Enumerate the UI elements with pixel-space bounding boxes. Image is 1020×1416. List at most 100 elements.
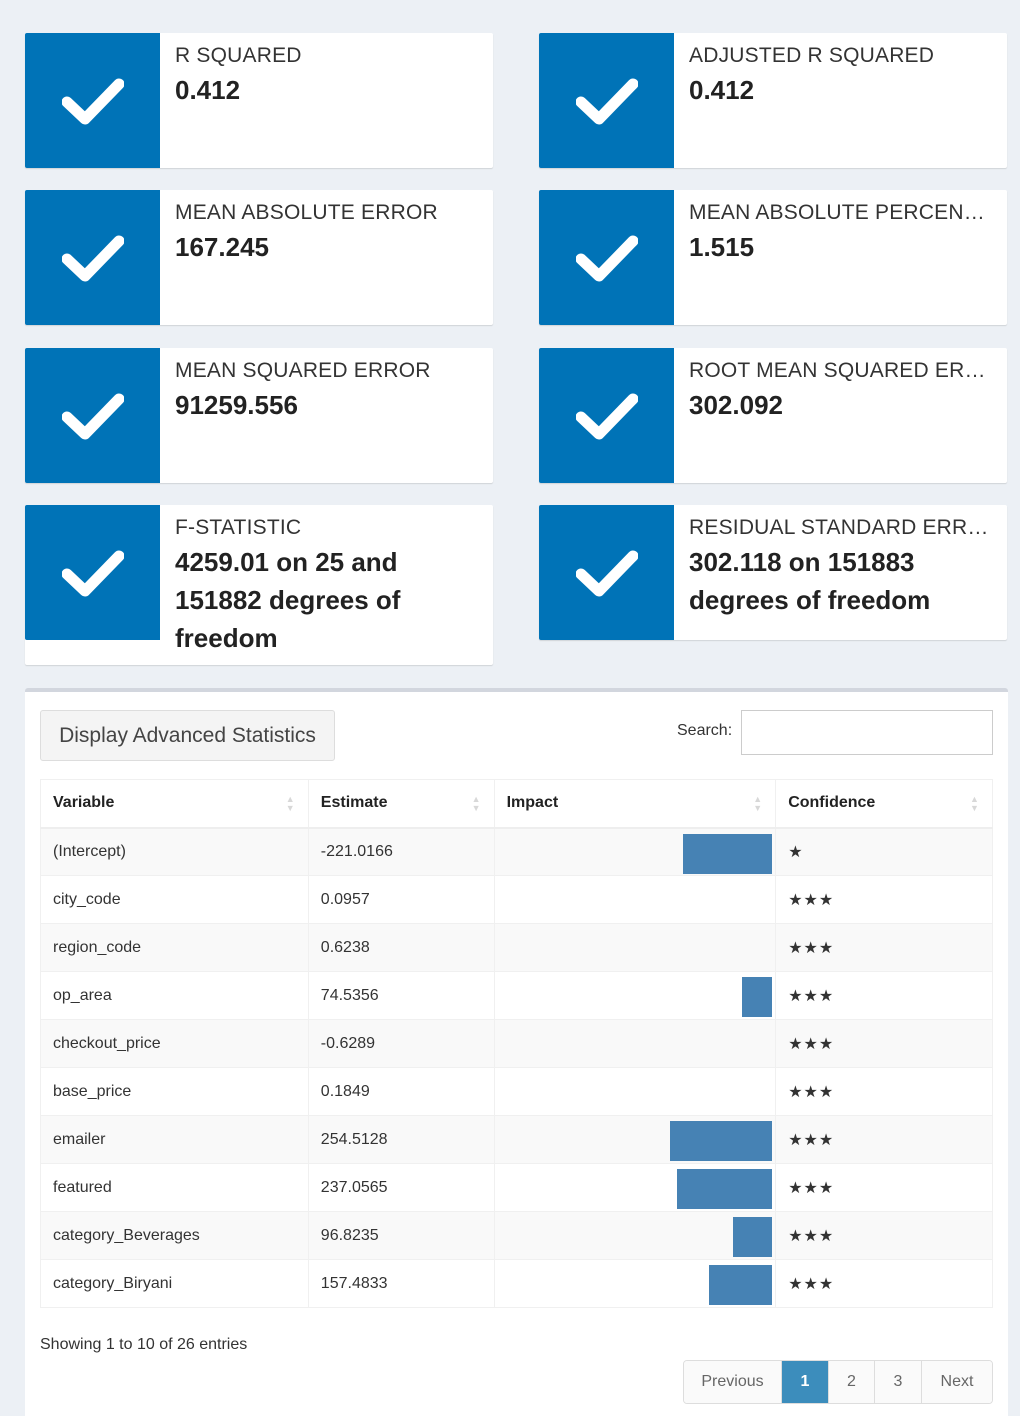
info-box-content: MEAN ABSOLUTE PERCENTAGE ERROR 1.515	[674, 190, 1007, 266]
info-box-f-statistic: F-STATISTIC 4259.01 on 25 and 151882 degr…	[25, 505, 493, 665]
cell-estimate: 0.0957	[308, 875, 495, 924]
sort-icon: ▲ ▼	[285, 794, 295, 813]
info-box-value: 0.412	[175, 75, 241, 105]
search-input[interactable]	[741, 710, 993, 755]
impact-bar	[733, 1217, 773, 1257]
info-box-content: F-STATISTIC 4259.01 on 25 and 151882 degr…	[160, 505, 493, 657]
impact-bar	[742, 977, 773, 1017]
cell-impact	[494, 1067, 777, 1116]
table-row: op_area 74.5356 ★★★	[40, 971, 993, 1020]
cell-impact	[494, 1115, 777, 1164]
info-box-label: ROOT MEAN SQUARED ERROR	[689, 359, 992, 382]
info-box-value: 0.412	[689, 75, 755, 105]
column-header-estimate[interactable]: Estimate ▲ ▼	[308, 779, 495, 829]
cell-confidence: ★★★	[775, 1259, 993, 1308]
cell-confidence: ★★★	[775, 971, 993, 1020]
info-box-content: RESIDUAL STANDARD ERROR 302.118 on 151883…	[674, 505, 1007, 619]
info-box-mean-absolute-percentage-error: MEAN ABSOLUTE PERCENTAGE ERROR 1.515	[539, 190, 1007, 325]
column-header-label: Variable	[53, 794, 115, 812]
cell-estimate: 74.5356	[308, 971, 495, 1020]
cell-estimate: -221.0166	[308, 827, 495, 876]
info-box-r-squared: R SQUARED 0.412	[25, 33, 493, 168]
column-header-variable[interactable]: Variable ▲ ▼	[40, 779, 309, 829]
info-box-label: RESIDUAL STANDARD ERROR	[689, 516, 992, 539]
table-header-row: Variable ▲ ▼ Estimate ▲ ▼ Impact ▲ ▼ Confid…	[40, 779, 993, 829]
info-box-label: MEAN ABSOLUTE ERROR	[175, 201, 438, 224]
info-box-label: MEAN SQUARED ERROR	[175, 359, 431, 382]
column-header-confidence[interactable]: Confidence ▲ ▼	[775, 779, 993, 829]
sort-icon: ▲ ▼	[970, 794, 979, 813]
cell-confidence: ★★★	[775, 1067, 993, 1116]
cell-variable: checkout_price	[40, 1019, 309, 1068]
cell-impact	[494, 971, 777, 1020]
column-header-label: Estimate	[320, 794, 388, 812]
cell-variable: city_code	[40, 875, 309, 924]
cell-estimate: 254.5128	[308, 1115, 495, 1164]
cell-variable: featured	[40, 1163, 309, 1212]
cell-impact	[494, 827, 777, 876]
cell-estimate: -0.6289	[308, 1019, 495, 1068]
checkmark-icon	[25, 33, 160, 168]
pagination-next-button[interactable]: Next	[922, 1361, 992, 1403]
info-box-label: MEAN ABSOLUTE PERCENTAGE ERROR	[689, 201, 992, 224]
cell-impact	[494, 1259, 777, 1308]
table-row: (Intercept) -221.0166 ★	[40, 827, 993, 876]
info-box-residual-standard-error: RESIDUAL STANDARD ERROR 302.118 on 151883…	[539, 505, 1007, 640]
pagination-page-1-button[interactable]: 1	[782, 1361, 829, 1403]
coefficients-table: Variable ▲ ▼ Estimate ▲ ▼ Impact ▲ ▼ Confid…	[40, 779, 993, 1308]
impact-bar	[683, 833, 773, 874]
column-header-impact[interactable]: Impact ▲ ▼	[494, 779, 777, 829]
cell-variable: region_code	[40, 923, 309, 972]
cell-variable: base_price	[40, 1067, 309, 1116]
table-row: category_Biryani 157.4833 ★★★	[40, 1259, 993, 1308]
cell-confidence: ★	[775, 827, 993, 876]
pagination-previous-button[interactable]: Previous	[684, 1361, 782, 1403]
checkmark-icon	[539, 33, 674, 168]
checkmark-icon	[539, 190, 674, 325]
cell-variable: category_Beverages	[40, 1211, 309, 1260]
cell-impact	[494, 923, 777, 972]
cell-confidence: ★★★	[775, 1211, 993, 1260]
info-box-content: ROOT MEAN SQUARED ERROR 302.092	[674, 348, 1007, 424]
info-box-content: MEAN ABSOLUTE ERROR 167.245	[160, 190, 493, 266]
cell-variable: emailer	[40, 1115, 309, 1164]
checkmark-icon	[25, 190, 160, 325]
table-row: city_code 0.0957 ★★★	[40, 875, 993, 924]
info-box-value: 302.118 on 151883 degrees of freedom	[689, 547, 931, 615]
checkmark-icon	[25, 505, 160, 640]
cell-estimate: 0.1849	[308, 1067, 495, 1116]
cell-estimate: 237.0565	[308, 1163, 495, 1212]
table-row: category_Beverages 96.8235 ★★★	[40, 1211, 993, 1260]
cell-confidence: ★★★	[775, 1115, 993, 1164]
info-box-adjusted-r-squared: ADJUSTED R SQUARED 0.412	[539, 33, 1007, 168]
impact-bar	[677, 1169, 773, 1209]
pagination-page-2-button[interactable]: 2	[829, 1361, 875, 1403]
table-row: base_price 0.1849 ★★★	[40, 1067, 993, 1116]
checkmark-icon	[539, 505, 674, 640]
pagination: Previous 1 2 3 Next	[683, 1360, 993, 1404]
info-box-content: MEAN SQUARED ERROR 91259.556	[160, 348, 493, 424]
sort-icon: ▲ ▼	[753, 794, 763, 813]
cell-variable: category_Biryani	[40, 1259, 309, 1308]
table-info-text: Showing 1 to 10 of 26 entries	[40, 1336, 248, 1353]
cell-estimate: 0.6238	[308, 923, 495, 972]
pagination-page-3-button[interactable]: 3	[875, 1361, 922, 1403]
display-advanced-statistics-button[interactable]: Display Advanced Statistics	[40, 710, 335, 761]
info-box-root-mean-squared-error: ROOT MEAN SQUARED ERROR 302.092	[539, 348, 1007, 483]
cell-impact	[494, 1019, 777, 1068]
cell-impact	[494, 1211, 777, 1260]
cell-confidence: ★★★	[775, 1163, 993, 1212]
checkmark-icon	[539, 348, 674, 483]
cell-confidence: ★★★	[775, 1019, 993, 1068]
info-box-value: 4259.01 on 25 and 151882 degrees of free…	[175, 547, 401, 653]
table-row: checkout_price -0.6289 ★★★	[40, 1019, 993, 1068]
cell-confidence: ★★★	[775, 923, 993, 972]
coefficients-panel: Display Advanced Statistics Search: Vari…	[25, 688, 1008, 1416]
impact-bar	[709, 1265, 773, 1305]
info-box-value: 1.515	[689, 232, 755, 262]
cell-impact	[494, 875, 777, 924]
column-header-label: Confidence	[788, 794, 876, 812]
table-row: featured 237.0565 ★★★	[40, 1163, 993, 1212]
info-box-label: ADJUSTED R SQUARED	[689, 44, 935, 67]
info-box-label: R SQUARED	[175, 44, 302, 67]
